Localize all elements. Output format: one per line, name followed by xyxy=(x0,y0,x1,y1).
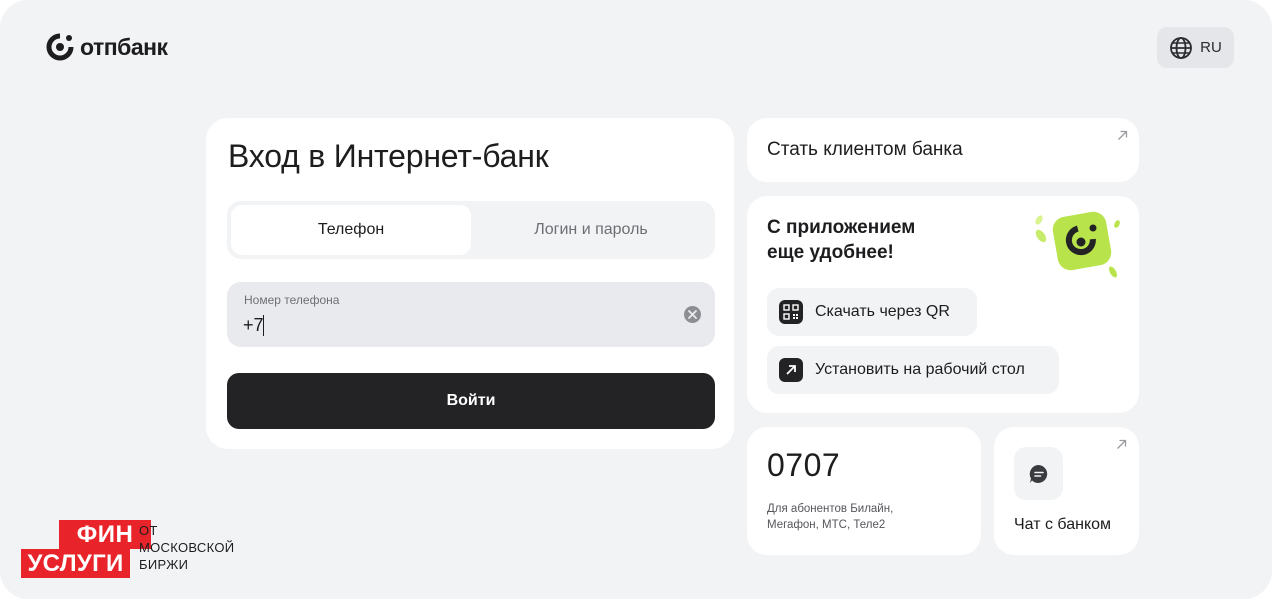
globe-icon xyxy=(1170,36,1193,59)
page: отпбанк RU Вход в Интернет-банк Телефон … xyxy=(0,0,1272,599)
fin-uslugi-caption: ОТ МОСКОВСКОЙ БИРЖИ xyxy=(139,522,234,573)
login-method-tabs: Телефон Логин и пароль xyxy=(227,201,715,259)
become-client-card[interactable]: Стать клиентом банка xyxy=(747,118,1139,182)
text-caret xyxy=(263,315,264,336)
app-icon xyxy=(1035,211,1120,278)
fin-uslugi-word2: УСЛУГИ xyxy=(21,549,130,578)
language-switcher[interactable]: RU xyxy=(1157,27,1234,68)
login-card: Вход в Интернет-банк Телефон Логин и пар… xyxy=(206,118,734,449)
arrow-up-right-icon xyxy=(1118,130,1128,140)
fin-uslugi-caption-line1: ОТ xyxy=(139,523,158,538)
become-client-label: Стать клиентом банка xyxy=(767,139,963,160)
hotline-number[interactable]: 0707 xyxy=(767,447,840,484)
arrow-up-right-icon xyxy=(779,358,803,382)
app-promo-card: С приложением еще удобнее! Скачать через… xyxy=(747,196,1139,413)
chat-bubble-icon xyxy=(1029,464,1047,483)
hotline-note: Для абонентов Билайн, Мегафон, МТС, Теле… xyxy=(767,501,967,533)
fin-uslugi-logo[interactable]: ФИН УСЛУГИ ОТ МОСКОВСКОЙ БИРЖИ xyxy=(21,520,251,580)
hotline-card: 0707 Для абонентов Билайн, Мегафон, МТС,… xyxy=(747,427,981,555)
qr-code-icon xyxy=(779,300,803,324)
app-promo-title-line1: С приложением xyxy=(767,217,916,238)
chat-with-bank-card[interactable]: Чат с банком xyxy=(994,427,1139,555)
fin-uslugi-caption-line2: МОСКОВСКОЙ xyxy=(139,540,235,555)
fin-uslugi-caption-line3: БИРЖИ xyxy=(139,557,189,572)
install-desktop-label: Установить на рабочий стол xyxy=(815,361,1025,378)
chat-with-bank-label: Чат с банком xyxy=(1014,516,1112,533)
download-qr-label: Скачать через QR xyxy=(815,303,950,320)
download-qr-button[interactable]: Скачать через QR xyxy=(767,288,977,336)
otp-logo-icon xyxy=(46,33,74,61)
hotline-note-line2: Мегафон, МТС, Теле2 xyxy=(767,519,886,531)
login-title: Вход в Интернет-банк xyxy=(228,138,549,174)
install-desktop-button[interactable]: Установить на рабочий стол xyxy=(767,346,1059,394)
phone-field-label: Номер телефона xyxy=(244,293,340,307)
phone-field[interactable]: Номер телефона xyxy=(227,282,715,347)
language-label: RU xyxy=(1200,39,1222,56)
app-promo-title-line2: еще удобнее! xyxy=(767,242,894,263)
tab-login-password[interactable]: Логин и пароль xyxy=(471,205,711,255)
fin-uslugi-word1: ФИН xyxy=(59,520,151,549)
app-promo-title: С приложением еще удобнее! xyxy=(767,215,967,265)
arrow-up-right-icon xyxy=(1117,439,1127,449)
otp-bank-logo[interactable]: отпбанк xyxy=(46,33,168,61)
login-button[interactable]: Войти xyxy=(227,373,715,429)
phone-input[interactable] xyxy=(243,312,663,338)
close-icon xyxy=(688,310,697,319)
chat-icon-box xyxy=(1014,447,1063,500)
hotline-note-line1: Для абонентов Билайн, xyxy=(767,503,894,515)
tab-phone[interactable]: Телефон xyxy=(231,205,471,255)
logo-text: отпбанк xyxy=(80,33,168,60)
clear-input-button[interactable] xyxy=(684,306,701,323)
